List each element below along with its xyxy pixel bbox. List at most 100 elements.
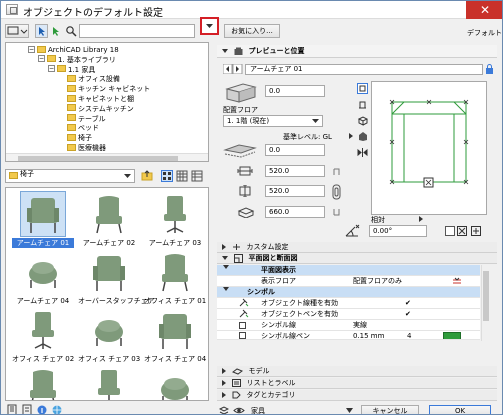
favorites-button[interactable]: お気に入り... — [224, 24, 280, 38]
height-icon — [237, 206, 255, 219]
layer-value[interactable]: 家具 — [251, 406, 265, 414]
search-icon[interactable] — [65, 25, 77, 37]
custom-settings-icon — [233, 244, 241, 250]
symbol-line-value: 実線 — [353, 321, 367, 329]
object-thumbnail[interactable]: アームチェア 02 — [78, 192, 140, 248]
perspective-icon — [359, 132, 367, 141]
height-input[interactable]: 660.0 — [265, 206, 325, 218]
object-thumbnail[interactable]: オフィス チェア 01 — [144, 250, 206, 306]
object-thumbnail-label: オフィス チェア 03 — [78, 355, 141, 363]
perspective-view-button[interactable] — [357, 131, 368, 142]
chevron-down-icon — [346, 408, 353, 413]
custom-settings-header[interactable]: カスタム設定 — [217, 242, 497, 253]
object-thumbnail[interactable]: オフィス チェア 04 — [144, 308, 206, 364]
tree-item-label: 椅子 — [78, 134, 92, 143]
elevation-box-icon — [223, 81, 259, 103]
folder-up-icon[interactable] — [141, 170, 153, 182]
symbol-line-row[interactable]: シンボル線 実線 — [217, 320, 480, 331]
small-icons-view-icon[interactable] — [176, 170, 188, 182]
folder-icon — [67, 104, 76, 112]
tags-section-header[interactable]: タグとカテゴリ — [217, 390, 497, 401]
tree-toggle-icon[interactable]: − — [28, 45, 35, 53]
tree-toggle-icon[interactable]: − — [38, 55, 45, 63]
object-thumbnail[interactable] — [78, 366, 140, 400]
folder-select[interactable]: 椅子 — [5, 169, 135, 183]
mirror-y-icon — [471, 226, 481, 236]
elevation-input[interactable]: 0.0 — [265, 85, 325, 97]
object-thumbnails[interactable]: アームチェア 01 アームチェア 02 アームチェア 03 アームチェア 04 オーバー… — [5, 187, 209, 401]
ok-button[interactable]: OK — [429, 405, 491, 414]
view-mode-button[interactable] — [5, 24, 29, 38]
search-input[interactable] — [79, 24, 195, 38]
object-thumbnail[interactable] — [144, 366, 206, 400]
object-thumbnail[interactable]: オフィス チェア 03 — [78, 308, 140, 364]
floor-select-value: 1. 1階 (現在) — [227, 117, 270, 125]
show-on-floor-row[interactable]: 表示フロア 配置フロアのみ — [217, 276, 480, 287]
plan-preview[interactable] — [371, 81, 487, 215]
ref-level-dropdown[interactable] — [347, 132, 356, 140]
object-thumbnail[interactable]: アームチェア 03 — [144, 192, 206, 248]
object-thumbnail[interactable]: オフィス チェア 02 — [12, 308, 74, 364]
object-pens-row[interactable]: オブジェクトペンを有効 ✔ — [217, 309, 480, 320]
chevron-down-icon — [206, 24, 213, 28]
object-thumbnail[interactable] — [12, 366, 74, 400]
proportion-chain-icon[interactable] — [332, 167, 341, 217]
panel-toggle-button[interactable] — [200, 17, 219, 35]
tree-scroll-thumb[interactable] — [18, 156, 178, 161]
ref-level-input[interactable]: 0.0 — [265, 144, 325, 156]
plan-display-group-row[interactable]: 平面図表示 — [217, 265, 480, 276]
selection-mode-button[interactable] — [35, 24, 48, 38]
globe-icon — [52, 405, 62, 414]
plan-view-button[interactable] — [357, 83, 368, 94]
angle-mode-dropdown[interactable] — [417, 215, 426, 223]
layer-dropdown[interactable] — [346, 408, 353, 414]
properties-scrollbar[interactable] — [481, 265, 490, 341]
close-button[interactable]: ✕ — [466, 1, 502, 19]
cancel-button[interactable]: キャンセル — [361, 405, 419, 414]
library-tree[interactable]: − ArchiCAD Library 18−1. 基本ライブラリ −1.1 家具 オフ… — [5, 42, 209, 162]
pen-color-swatch[interactable] — [443, 332, 461, 339]
ref-level-icon — [223, 142, 259, 158]
collapse-icon — [222, 49, 228, 53]
symbol-group-row[interactable]: シンボル — [217, 287, 480, 298]
visibility-eye-icon[interactable] — [233, 406, 245, 414]
prev-next-arrows[interactable] — [222, 63, 243, 75]
object-name-field[interactable]: アームチェア 01 — [245, 64, 483, 75]
object-attributes-row[interactable]: オブジェクト線種を有効 ✔ — [217, 298, 480, 309]
front-view-button[interactable] — [357, 99, 368, 110]
tree-horizontal-scrollbar[interactable] — [6, 153, 208, 161]
object-thumbnail[interactable]: オーバースタッフチェア — [78, 250, 155, 306]
show-on-floor-label: 表示フロア — [261, 277, 296, 285]
rotation-icon — [343, 223, 363, 239]
model-section-header[interactable]: モデル — [217, 366, 497, 377]
mirror-button[interactable] — [357, 147, 368, 158]
preview-section-header[interactable]: プレビューと位置 — [217, 45, 497, 58]
window-title: オブジェクトのデフォルト設定 — [23, 8, 163, 19]
depth-input[interactable]: 520.0 — [265, 185, 325, 197]
expand-icon — [222, 392, 226, 398]
tree-item-label: オフィス設備 — [78, 75, 120, 84]
tree-toggle-icon[interactable]: − — [48, 65, 55, 73]
plan-icon — [359, 85, 366, 92]
symbol-group-label: シンボル — [247, 288, 275, 296]
details-view-icon[interactable] — [191, 170, 203, 182]
listing-section-header[interactable]: リストとラベル — [217, 378, 497, 389]
properties-scroll-thumb[interactable] — [483, 271, 489, 321]
tree-item-label: 1. 基本ライブラリ — [58, 55, 116, 64]
symbol-pen-label: シンボル線ペン — [261, 332, 310, 340]
width-input[interactable]: 520.0 — [265, 165, 325, 177]
plan-section-header[interactable]: 平面図と断面図 — [217, 253, 497, 264]
axonometric-view-button[interactable] — [357, 115, 369, 126]
lock-icon[interactable] — [485, 64, 494, 74]
folder-icon — [57, 65, 66, 73]
floor-select[interactable]: 1. 1階 (現在) — [223, 115, 323, 127]
object-attributes-check[interactable]: ✔ — [405, 298, 411, 309]
mirror-checkbox[interactable] — [445, 226, 455, 236]
object-thumbnail[interactable]: アームチェア 04 — [12, 250, 74, 306]
large-icons-view-icon[interactable] — [161, 170, 173, 182]
symbol-pen-row[interactable]: シンボル線ペン 0.15 mm 4 — [217, 331, 480, 340]
object-thumbnail[interactable]: アームチェア 01 — [12, 191, 74, 248]
object-pens-check[interactable]: ✔ — [405, 309, 411, 320]
link-mode-button[interactable] — [50, 24, 63, 38]
angle-input[interactable]: 0.00° — [369, 225, 427, 237]
